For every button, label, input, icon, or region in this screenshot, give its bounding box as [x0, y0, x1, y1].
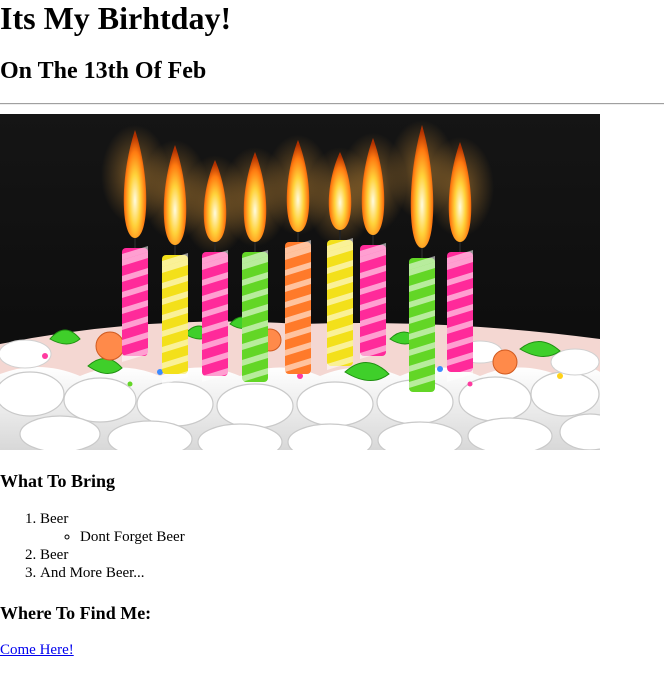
sub-list: Dont Forget Beer	[40, 528, 185, 546]
what-to-bring-heading: What To Bring	[0, 471, 116, 491]
birthday-cake-image	[0, 114, 600, 450]
list-item: Beer Dont Forget Beer	[40, 510, 185, 546]
list-item: And More Beer...	[40, 564, 185, 582]
page-subtitle: On The 13th Of Feb	[0, 58, 207, 84]
where-to-find-heading: Where To Find Me:	[0, 603, 152, 623]
list-item-label: And More Beer...	[40, 565, 145, 581]
sub-list-item: Dont Forget Beer	[80, 528, 185, 546]
divider	[0, 103, 664, 105]
come-here-link[interactable]: Come Here!	[0, 641, 74, 659]
list-item-label: Beer	[40, 547, 69, 563]
list-item: Beer	[40, 546, 185, 564]
page: Its My Birhtday! On The 13th Of Feb What…	[0, 0, 664, 675]
list-item-label: Beer	[40, 511, 69, 527]
page-title: Its My Birhtday!	[0, 0, 232, 36]
bring-list: Beer Dont Forget Beer Beer And More Beer…	[0, 510, 185, 582]
